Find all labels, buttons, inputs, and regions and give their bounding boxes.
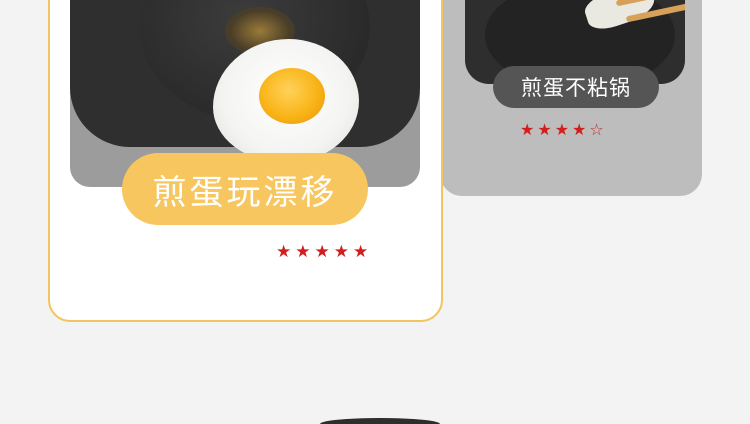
next-item-edge — [320, 418, 440, 424]
pan-body — [70, 0, 420, 163]
star-icon: ★ — [333, 242, 349, 262]
star-icon: ★ — [572, 120, 587, 139]
star-icon: ★ — [314, 242, 330, 262]
egg-yolk — [259, 68, 325, 124]
star-icon: ★ — [276, 242, 292, 262]
star-icon: ★ — [520, 120, 535, 139]
rating-stars-drift: ★ ★ ★ ★ ★ — [276, 242, 368, 262]
product-card-nonstick: 煎蛋不粘锅 ★ ★ ★ ★ ☆ — [440, 0, 702, 196]
star-icon: ★ — [537, 120, 552, 139]
star-icon: ★ — [353, 242, 369, 262]
star-icon: ★ — [554, 120, 570, 139]
product-card-drift: 煎蛋玩漂移 ★ ★ ★ ★ ★ — [48, 0, 443, 322]
star-icon: ★ — [295, 242, 311, 262]
star-outline-icon: ☆ — [589, 120, 604, 139]
feature-label-nonstick: 煎蛋不粘锅 — [493, 66, 659, 108]
feature-label-drift: 煎蛋玩漂移 — [122, 153, 368, 225]
rating-stars-nonstick: ★ ★ ★ ★ ☆ — [520, 120, 604, 140]
